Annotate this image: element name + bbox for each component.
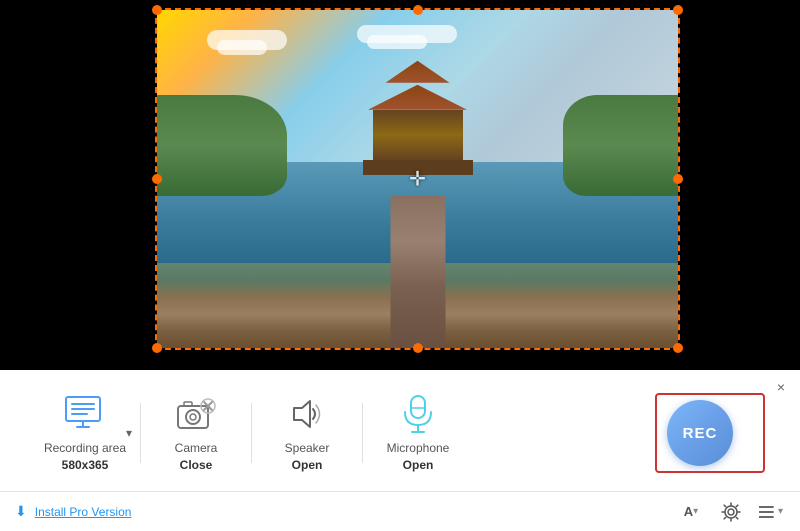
text-icon: A xyxy=(684,504,693,519)
canvas-area: ✛ xyxy=(0,0,800,370)
dropdown-arrow-icon[interactable]: ▾ xyxy=(126,426,132,440)
handle-top-left[interactable] xyxy=(152,5,162,15)
handle-bottom-left[interactable] xyxy=(152,343,162,353)
handle-middle-left[interactable] xyxy=(152,174,162,184)
handle-top-center[interactable] xyxy=(413,5,423,15)
pier xyxy=(390,196,445,348)
controls-row: Recording area 580x365 ▾ xyxy=(0,370,800,491)
settings-button[interactable] xyxy=(717,498,745,526)
speaker-label: Speaker Open xyxy=(285,440,330,474)
menu-button[interactable]: ▾ xyxy=(757,498,785,526)
status-bar: ⬇ Install Pro Version A ▾ xyxy=(0,491,800,531)
menu-icon xyxy=(759,505,777,519)
microphone-label: Microphone Open xyxy=(387,440,450,474)
microphone-icon xyxy=(396,392,440,436)
gear-icon xyxy=(721,502,741,522)
camera-icon xyxy=(174,392,218,436)
toolbar: × Recording area 580x365 xyxy=(0,370,800,531)
handle-bottom-center[interactable] xyxy=(413,343,423,353)
capture-region[interactable]: ✛ xyxy=(155,8,680,350)
rec-label: REC xyxy=(683,425,718,442)
handle-middle-right[interactable] xyxy=(673,174,683,184)
status-icons: A ▾ ▾ xyxy=(677,498,785,526)
camera-control[interactable]: Camera Close xyxy=(141,387,251,479)
rec-button[interactable]: REC xyxy=(667,400,733,466)
handle-top-right[interactable] xyxy=(673,5,683,15)
microphone-control[interactable]: Microphone Open xyxy=(363,387,473,479)
text-dropdown-icon: ▾ xyxy=(693,506,698,517)
recording-area-control[interactable]: Recording area 580x365 ▾ xyxy=(30,387,140,479)
recording-area-label: Recording area 580x365 xyxy=(44,440,126,474)
speaker-icon xyxy=(285,392,329,436)
close-button[interactable]: × xyxy=(772,378,790,396)
download-icon: ⬇ xyxy=(15,503,27,520)
handle-bottom-right[interactable] xyxy=(673,343,683,353)
monitor-icon xyxy=(63,392,107,436)
speaker-control[interactable]: Speaker Open xyxy=(252,387,362,479)
text-button[interactable]: A ▾ xyxy=(677,498,705,526)
photo-background xyxy=(157,10,678,348)
rec-button-container: REC xyxy=(655,393,765,473)
install-pro-link[interactable]: Install Pro Version xyxy=(35,505,132,519)
camera-label: Camera Close xyxy=(175,440,218,474)
